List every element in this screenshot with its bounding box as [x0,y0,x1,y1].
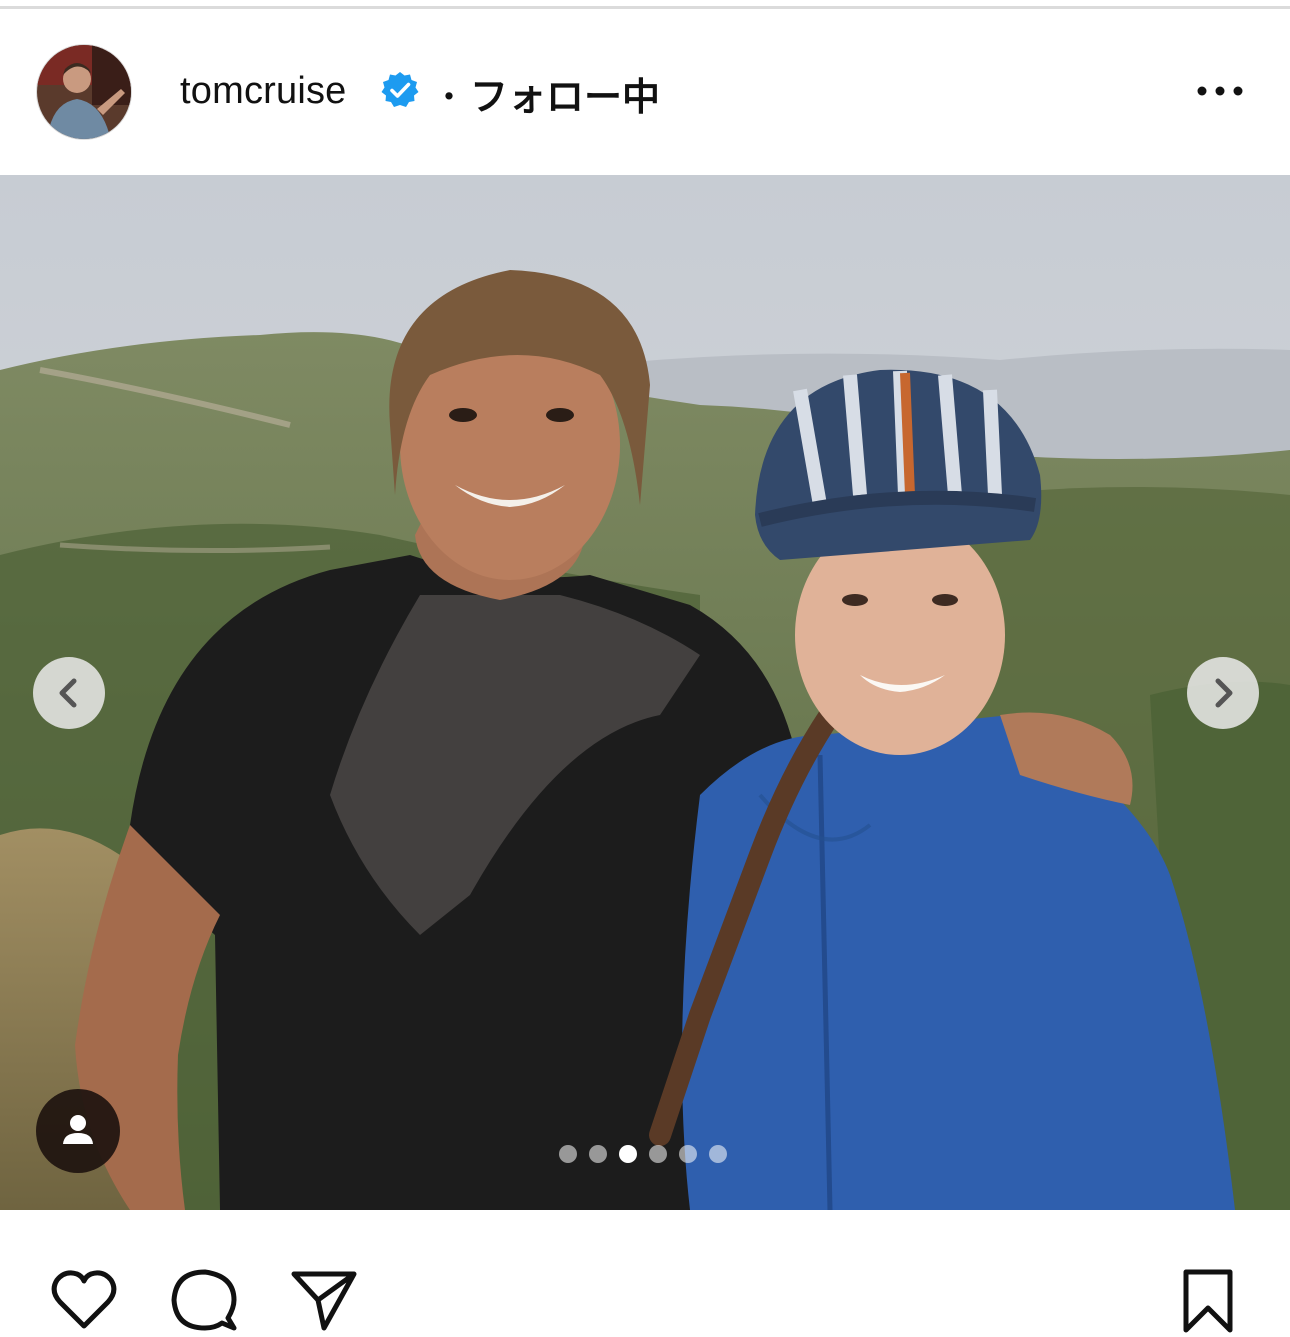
carousel-dot [649,1145,667,1163]
carousel-dot-active [619,1145,637,1163]
chevron-right-icon[interactable] [1187,657,1259,729]
verified-badge-icon [380,70,420,110]
chevron-left-icon[interactable] [33,657,105,729]
more-options-icon[interactable] [1190,76,1250,106]
post-actions [0,1260,1290,1337]
comment-icon[interactable] [168,1264,240,1336]
post-header: tomcruise ・ フォロー中 [0,40,1290,144]
post-photo[interactable] [0,175,1290,1210]
following-button[interactable]: フォロー中 [470,66,660,121]
carousel-dot [589,1145,607,1163]
avatar[interactable] [36,44,132,140]
carousel-indicator [559,1145,727,1165]
send-icon[interactable] [288,1264,360,1336]
username[interactable]: tomcruise [180,70,347,113]
carousel-dot [679,1145,697,1163]
top-divider [0,6,1290,9]
bookmark-icon[interactable] [1172,1264,1244,1336]
carousel-dot [709,1145,727,1163]
separator-dot: ・ [432,78,466,118]
heart-icon[interactable] [48,1264,120,1336]
post-image [0,175,1290,1210]
carousel-dot [559,1145,577,1163]
user-tag-icon[interactable] [36,1089,120,1173]
